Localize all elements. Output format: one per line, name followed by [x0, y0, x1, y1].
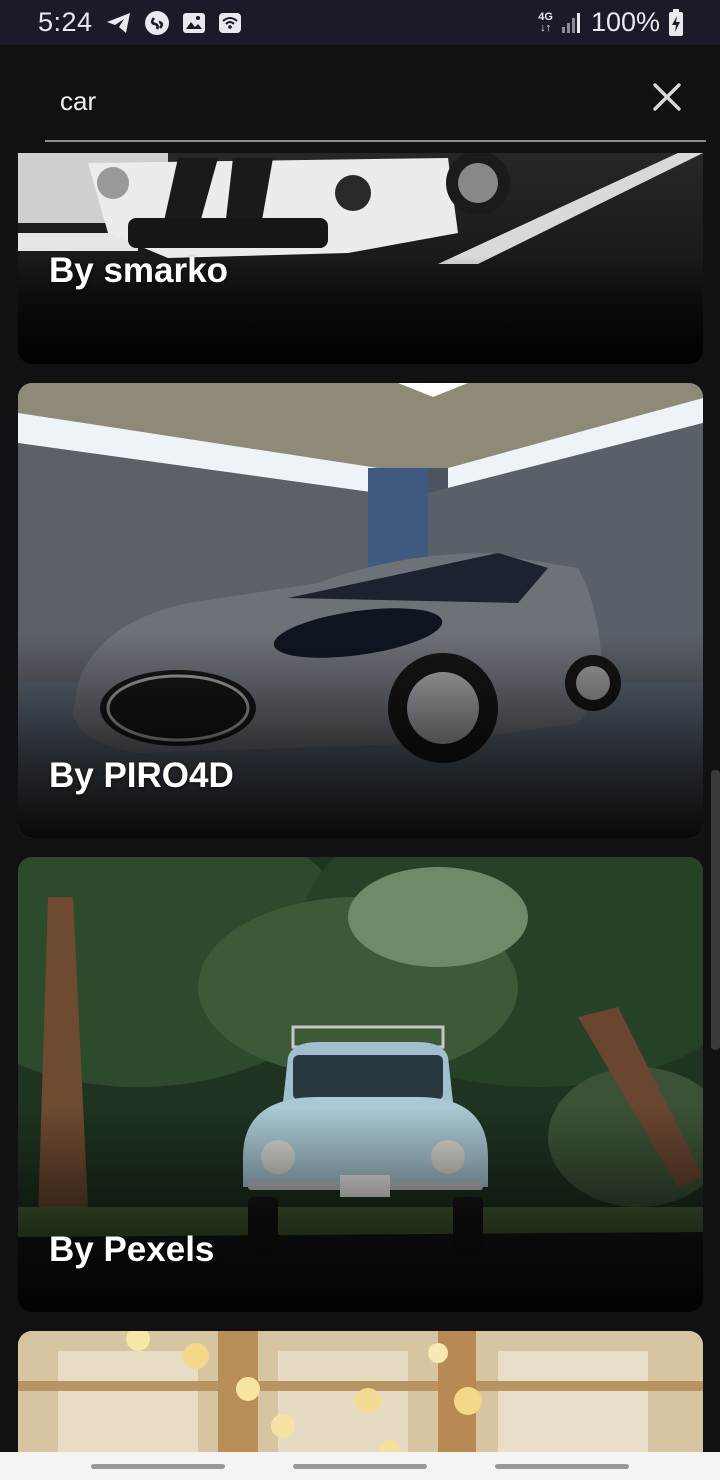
search-input[interactable] — [60, 81, 620, 121]
search-underline — [45, 140, 706, 142]
close-icon[interactable] — [648, 78, 686, 116]
scrollbar[interactable] — [711, 770, 720, 1050]
battery-charging-icon — [669, 8, 683, 36]
signal-icon — [561, 12, 580, 33]
nav-recents-button[interactable] — [91, 1464, 225, 1469]
battery-percent: 100% — [590, 7, 660, 37]
nav-back-button[interactable] — [495, 1464, 629, 1469]
shazam-icon — [145, 11, 169, 35]
results-list[interactable]: By smarko By PIRO4D By Pexels — [0, 153, 720, 1452]
telegram-icon — [107, 13, 130, 33]
result-author: By PIRO4D — [49, 756, 234, 795]
nav-home-button[interactable] — [293, 1464, 427, 1469]
status-time: 5:24 — [38, 7, 93, 37]
result-image — [18, 1331, 703, 1452]
result-author: By Pexels — [49, 1230, 215, 1269]
network-type: 4G ↓↑ — [538, 10, 553, 34]
notification-icons — [106, 10, 242, 36]
result-card[interactable]: By Pexels — [18, 857, 703, 1312]
caption-gradient — [18, 1107, 703, 1312]
status-right: 4G ↓↑ 100% — [538, 7, 684, 38]
caption-gradient — [18, 633, 703, 838]
gallery-icon — [183, 13, 205, 33]
navigation-bar — [0, 1452, 720, 1480]
status-bar: 5:24 4G ↓↑ 100% — [0, 0, 720, 45]
data-arrows-icon: ↓↑ — [540, 21, 552, 34]
result-author: By smarko — [49, 251, 228, 290]
result-card[interactable] — [18, 1331, 703, 1452]
search-header — [0, 45, 720, 153]
result-card[interactable]: By PIRO4D — [18, 383, 703, 838]
result-card[interactable]: By smarko — [18, 153, 703, 364]
wifi-call-icon — [219, 13, 241, 33]
